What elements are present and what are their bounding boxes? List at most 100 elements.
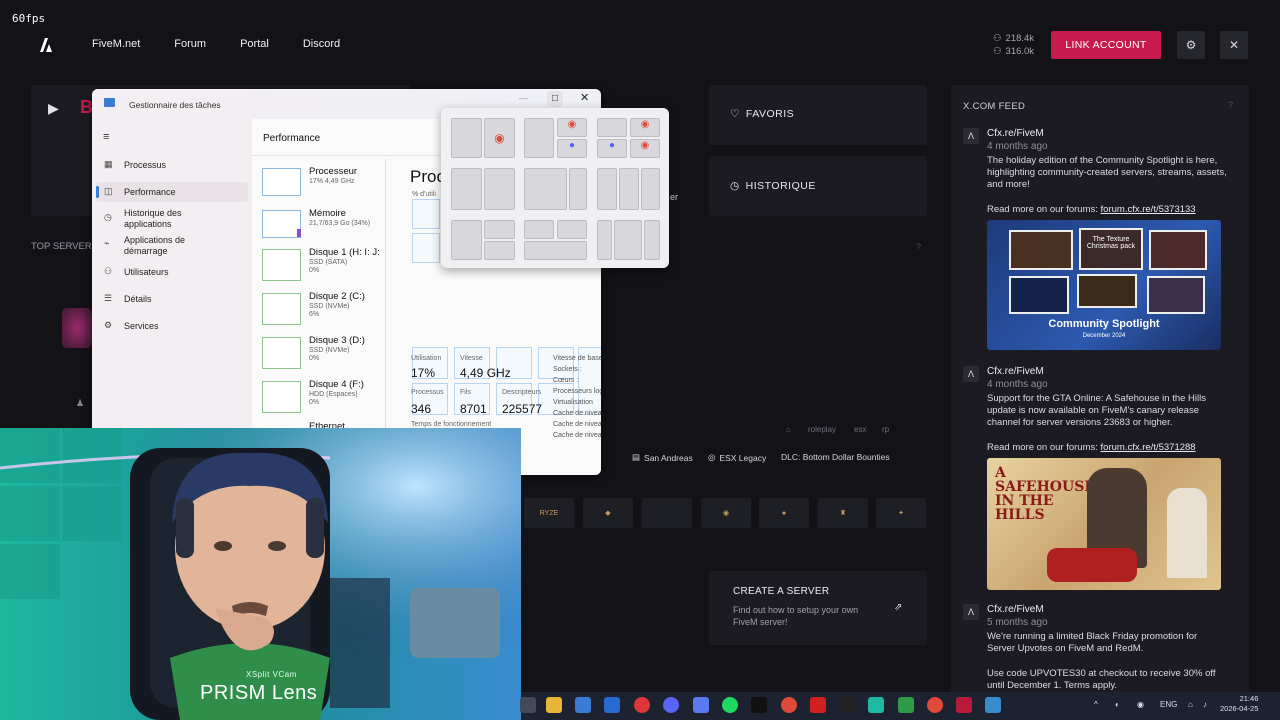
- nav-fivem[interactable]: FiveM.net: [92, 38, 140, 50]
- chrome-icon[interactable]: [781, 697, 797, 713]
- help-icon[interactable]: ?: [916, 242, 921, 252]
- resource-disk4[interactable]: Disque 4 (F:) HDD (Espaces) 0%: [262, 379, 386, 419]
- nav-portal[interactable]: Portal: [240, 38, 269, 50]
- tag-esx[interactable]: esx: [854, 425, 866, 434]
- network-icon[interactable]: ⌂: [1188, 700, 1193, 709]
- favorites-title[interactable]: ♡ FAVORIS: [730, 108, 794, 120]
- nav-processus[interactable]: Processus: [124, 160, 166, 171]
- spotify-icon[interactable]: [722, 697, 738, 713]
- snap-zone[interactable]: [451, 118, 482, 158]
- server-tile[interactable]: ◉: [701, 498, 751, 528]
- folder-icon[interactable]: [546, 697, 562, 713]
- post-image[interactable]: The Texture Christmas pack Community Spo…: [987, 220, 1221, 350]
- server-tag-dlc[interactable]: DLC: Bottom Dollar Bounties: [781, 452, 890, 462]
- fivem-logo-icon[interactable]: [37, 36, 55, 54]
- snap-zone[interactable]: [524, 168, 567, 210]
- tag-roleplay[interactable]: roleplay: [808, 425, 836, 434]
- minimize-icon[interactable]: —: [519, 93, 528, 103]
- edge-icon[interactable]: [604, 697, 620, 713]
- app-icon[interactable]: [751, 697, 767, 713]
- server-tile[interactable]: RYZE: [524, 498, 574, 528]
- post-image[interactable]: A SAFEHOUSE IN THE HILLS: [987, 458, 1221, 590]
- app-icon[interactable]: [985, 697, 1001, 713]
- tray-icon[interactable]: ◉: [1137, 700, 1144, 709]
- snap-zone[interactable]: [597, 168, 617, 210]
- taskbar-app-icon[interactable]: [520, 697, 536, 713]
- resource-disk1[interactable]: Disque 1 (H: I: J: SSD (SATA) 0%: [262, 247, 386, 287]
- snap-zone[interactable]: [484, 168, 515, 210]
- snap-zone[interactable]: [484, 220, 515, 239]
- server-tile[interactable]: ◆: [583, 498, 633, 528]
- help-icon[interactable]: ?: [1228, 100, 1233, 110]
- snap-zone[interactable]: [451, 220, 482, 260]
- snap-zone[interactable]: ◉: [630, 139, 660, 158]
- snap-zone[interactable]: ◉: [630, 118, 660, 137]
- snap-zone[interactable]: [524, 241, 587, 260]
- snap-zone[interactable]: [451, 168, 482, 210]
- server-tile[interactable]: ♜: [818, 498, 868, 528]
- settings-gear-icon[interactable]: ⚙: [1177, 31, 1205, 59]
- nav-details[interactable]: Détails: [124, 294, 152, 305]
- server-tag-map[interactable]: ▤ San Andreas: [632, 452, 693, 463]
- snap-zone[interactable]: [524, 118, 554, 158]
- nav-services[interactable]: Services: [124, 321, 159, 332]
- nav-demarrage[interactable]: Applications de démarrage: [124, 235, 204, 257]
- app-icon[interactable]: [898, 697, 914, 713]
- app-icon[interactable]: [868, 697, 884, 713]
- snap-zone[interactable]: ◉: [484, 118, 515, 158]
- post-link[interactable]: forum.cfx.re/t/5371288: [1101, 442, 1196, 453]
- resource-disk3[interactable]: Disque 3 (D:) SSD (NVMe) 0%: [262, 335, 386, 375]
- taskmanager-icon[interactable]: [575, 697, 591, 713]
- tray-lang[interactable]: ENG: [1160, 700, 1177, 709]
- snap-zone[interactable]: [557, 220, 587, 239]
- resource-cpu[interactable]: Processeur 17% 4,49 GHz: [262, 166, 386, 206]
- fivem-taskbar-icon[interactable]: [956, 697, 972, 713]
- snap-zone[interactable]: ●: [557, 139, 587, 158]
- play-icon[interactable]: ▶: [48, 100, 59, 117]
- history-title[interactable]: ◷ HISTORIQUE: [730, 180, 816, 192]
- snap-zone[interactable]: ◉: [557, 118, 587, 137]
- post-author[interactable]: Cfx.re/FiveM: [987, 604, 1044, 615]
- maximize-icon[interactable]: □: [547, 91, 563, 107]
- nav-discord[interactable]: Discord: [303, 38, 340, 50]
- post-author[interactable]: Cfx.re/FiveM: [987, 366, 1044, 377]
- snap-zone[interactable]: [484, 241, 515, 260]
- close-icon[interactable]: ✕: [580, 91, 589, 104]
- nav-utilisateurs[interactable]: Utilisateurs: [124, 267, 169, 278]
- post-author[interactable]: Cfx.re/FiveM: [987, 128, 1044, 139]
- snap-zone[interactable]: [644, 220, 660, 260]
- tag-rp[interactable]: rp: [882, 425, 889, 434]
- hamburger-menu-icon[interactable]: ≡: [103, 131, 109, 143]
- post-link[interactable]: forum.cfx.re/t/5373133: [1101, 204, 1196, 215]
- app-icon[interactable]: [839, 697, 855, 713]
- snap-zone[interactable]: [597, 220, 612, 260]
- snap-zone[interactable]: ●: [597, 139, 627, 158]
- nav-historique[interactable]: Historique des applications: [124, 208, 204, 230]
- resource-disk2[interactable]: Disque 2 (C:) SSD (NVMe) 6%: [262, 291, 386, 331]
- resource-memory[interactable]: Mémoire 21,7/63,9 Go (34%): [262, 208, 386, 248]
- snap-zone[interactable]: [569, 168, 587, 210]
- opera-icon[interactable]: [634, 697, 650, 713]
- app-icon[interactable]: [810, 697, 826, 713]
- link-account-button[interactable]: LINK ACCOUNT: [1051, 31, 1161, 59]
- snap-zone[interactable]: [597, 118, 627, 137]
- app-icon[interactable]: [693, 697, 709, 713]
- server-tile[interactable]: [642, 498, 692, 528]
- snap-zone[interactable]: [524, 220, 554, 239]
- close-icon[interactable]: ✕: [1220, 31, 1248, 59]
- server-tag-framework[interactable]: ◎ ESX Legacy: [708, 452, 766, 463]
- nav-performance[interactable]: Performance: [124, 187, 176, 198]
- snap-zone[interactable]: [641, 168, 660, 210]
- nav-forum[interactable]: Forum: [174, 38, 206, 50]
- server-tile[interactable]: ✦: [876, 498, 926, 528]
- create-server-card[interactable]: CREATE A SERVER Find out how to setup yo…: [709, 571, 927, 645]
- snap-zone[interactable]: [614, 220, 642, 260]
- discord-icon[interactable]: [663, 697, 679, 713]
- taskbar-clock[interactable]: 21:46 2026-04-25: [1220, 694, 1258, 714]
- tray-chevron-icon[interactable]: ^: [1094, 700, 1098, 709]
- volume-icon[interactable]: ♪: [1203, 700, 1207, 709]
- tray-icon[interactable]: ◐: [1115, 700, 1120, 709]
- chrome-icon[interactable]: [927, 697, 943, 713]
- snap-zone[interactable]: [619, 168, 639, 210]
- server-tile[interactable]: ●: [759, 498, 809, 528]
